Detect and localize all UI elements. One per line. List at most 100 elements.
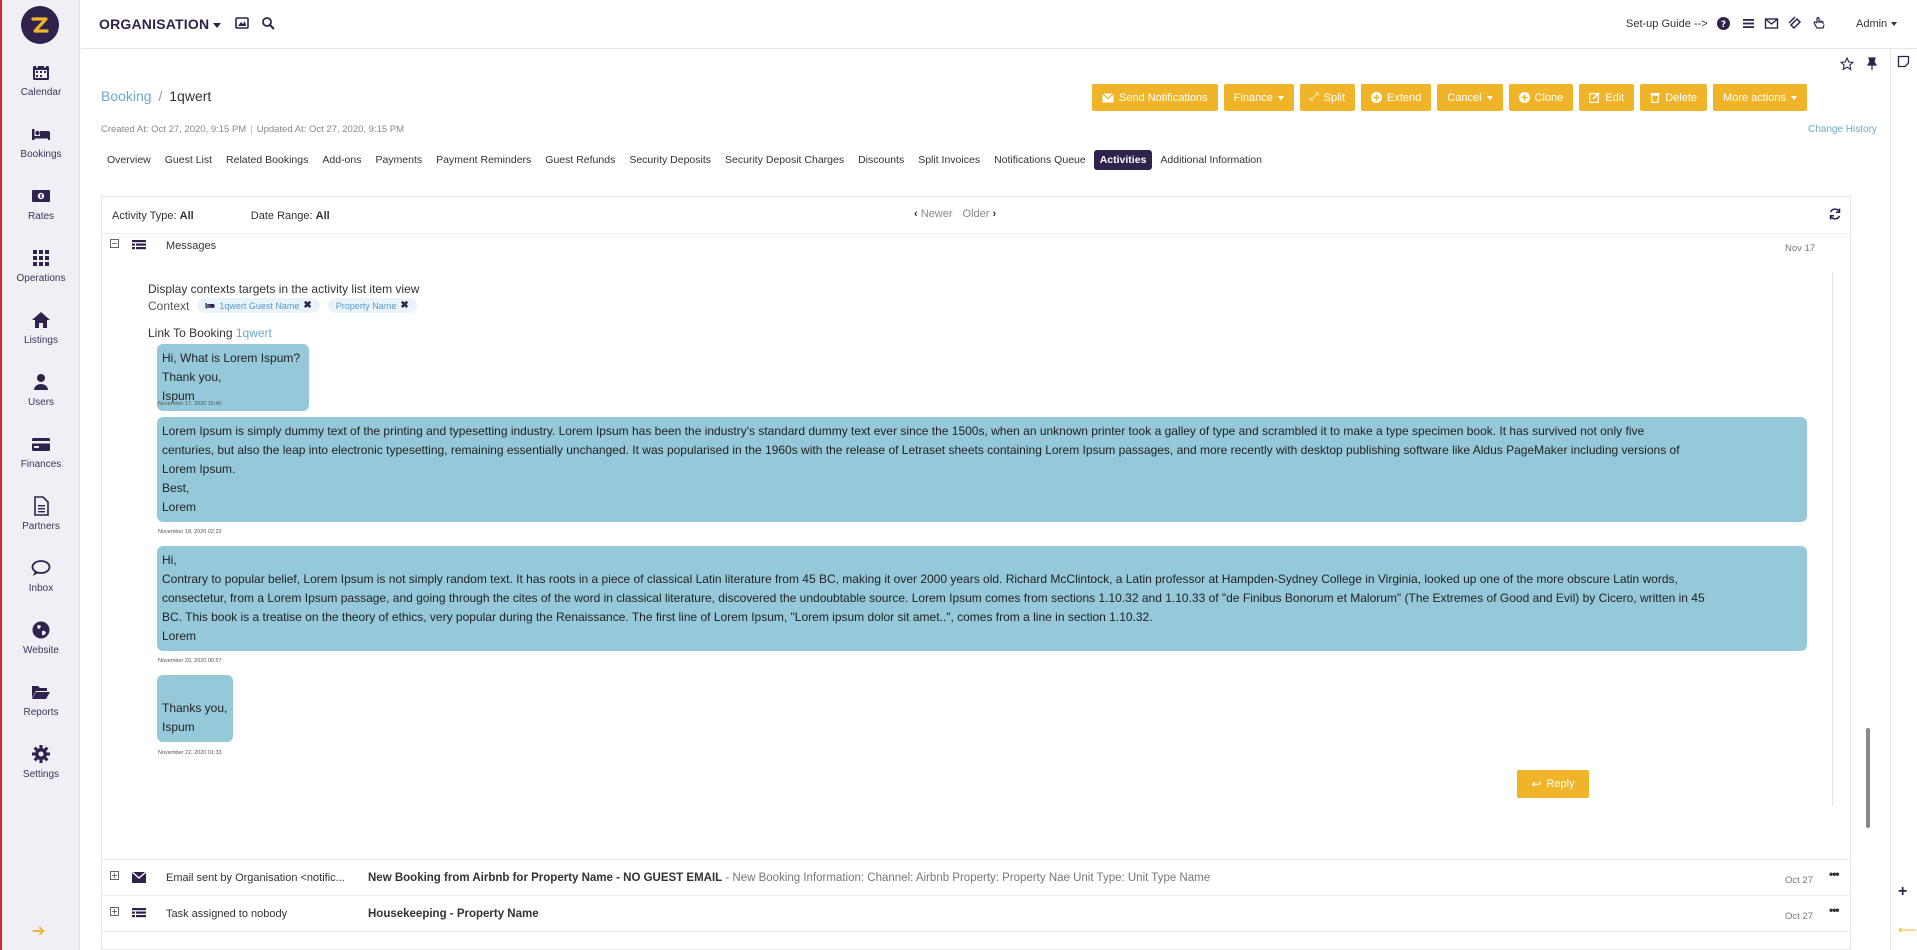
tab-payments[interactable]: Payments (369, 150, 428, 170)
sidebar-item-rates[interactable]: Rates (2, 186, 80, 242)
sidebar-item-label: Bookings (20, 149, 62, 160)
brand-logo[interactable] (21, 6, 59, 44)
cancel-label: Cancel (1447, 91, 1482, 104)
pin-icon[interactable] (1865, 57, 1879, 71)
more-actions-dropdown-button[interactable]: More actions (1713, 84, 1808, 111)
arrow-left-icon[interactable]: ⟵ (1898, 922, 1917, 938)
setup-guide-link[interactable]: Set-up Guide --> (1626, 18, 1708, 30)
message-line: Thank you, (162, 370, 222, 384)
send-notifications-button[interactable]: Send Notifications (1092, 84, 1218, 111)
plus-circle-icon (1518, 92, 1530, 103)
tickets-icon[interactable] (1788, 16, 1803, 31)
tab-activities[interactable]: Activities (1093, 150, 1153, 170)
sidebar-item-operations[interactable]: Operations (2, 248, 80, 304)
envelope-icon (132, 872, 146, 883)
more-options-icon[interactable]: ••• (1829, 867, 1840, 881)
booking-tabs: Overview Guest List Related Bookings Add… (101, 150, 1268, 170)
sidebar-item-inbox[interactable]: Inbox (2, 558, 80, 614)
tab-guest-list[interactable]: Guest List (159, 150, 218, 170)
cancel-dropdown-button[interactable]: Cancel (1437, 84, 1503, 111)
remove-chip-icon[interactable]: ✖ (303, 300, 311, 311)
tab-overview[interactable]: Overview (101, 150, 157, 170)
activity-subject: Housekeeping - Property Name (368, 908, 539, 920)
booking-actions-toolbar: Send Notifications Finance ⤢ Split Exten… (1092, 84, 1808, 111)
message-line: Hi, What is Lorem Ispum? (162, 351, 301, 365)
sidebar-item-settings[interactable]: Settings (2, 744, 80, 800)
scrollbar-thumb[interactable] (1866, 728, 1870, 828)
context-chip-guest[interactable]: 1qwert Guest Name ✖ (197, 298, 320, 313)
booking-link[interactable]: 1qwert (236, 326, 272, 340)
sidebar-expand-arrow-icon[interactable]: ➔ (32, 921, 45, 941)
tab-add-ons[interactable]: Add-ons (316, 150, 367, 170)
edit-label: Edit (1605, 91, 1625, 104)
tab-security-deposit-charges[interactable]: Security Deposit Charges (719, 150, 850, 170)
breadcrumb-booking-link[interactable]: Booking (101, 88, 152, 104)
tab-related-bookings[interactable]: Related Bookings (220, 150, 314, 170)
context-chip-property[interactable]: Property Name ✖ (327, 298, 417, 313)
search-icon[interactable] (261, 16, 275, 30)
reply-button[interactable]: ↩ Reply (1517, 770, 1589, 798)
expand-toggle[interactable]: + (110, 871, 119, 880)
chevron-right-icon: › (992, 208, 997, 220)
activity-pager: ‹ Newer Older › (914, 208, 996, 220)
sidebar-item-finances[interactable]: Finances (2, 434, 80, 490)
image-icon[interactable] (235, 16, 249, 30)
sidebar-item-bookings[interactable]: Bookings (2, 124, 80, 180)
extend-button[interactable]: Extend (1361, 84, 1432, 111)
date-range-value: All (315, 210, 330, 222)
newer-button[interactable]: ‹ Newer (914, 208, 953, 220)
message-line: Lorem Ipsum. (162, 462, 236, 476)
sidebar-item-partners[interactable]: Partners (2, 496, 80, 552)
activity-row-task[interactable]: + Task assigned to nobody Housekeeping -… (102, 895, 1850, 931)
tab-guest-refunds[interactable]: Guest Refunds (539, 150, 621, 170)
link-to-booking-label: Link To Booking (148, 326, 233, 340)
tab-additional-information[interactable]: Additional Information (1154, 150, 1268, 170)
envelope-icon[interactable] (1764, 16, 1779, 31)
scrollbar-track[interactable] (1865, 196, 1871, 950)
refresh-icon[interactable] (1828, 207, 1842, 221)
remove-chip-icon[interactable]: ✖ (400, 300, 408, 311)
sidebar-item-reports[interactable]: Reports (2, 682, 80, 738)
hand-pointer-icon[interactable] (1812, 16, 1827, 31)
tab-split-invoices[interactable]: Split Invoices (912, 150, 986, 170)
sticky-note-icon[interactable] (1897, 55, 1910, 68)
link-to-booking: Link To Booking 1qwert (148, 326, 272, 340)
activities-panel: Activity Type: All Date Range: All ‹ New… (101, 196, 1851, 950)
sidebar-item-listings[interactable]: Listings (2, 310, 80, 366)
tab-notifications-queue[interactable]: Notifications Queue (988, 150, 1092, 170)
activity-row-email[interactable]: + Email sent by Organisation <notific...… (102, 859, 1850, 895)
more-options-icon[interactable]: ••• (1829, 903, 1840, 917)
message-bubble: Thanks you, Ispum (157, 675, 233, 742)
tab-security-deposits[interactable]: Security Deposits (623, 150, 717, 170)
plus-icon[interactable]: + (1898, 883, 1907, 901)
organisation-dropdown[interactable]: ORGANISATION (99, 16, 222, 32)
sidebar-item-users[interactable]: Users (2, 372, 80, 428)
split-button[interactable]: ⤢ Split (1299, 84, 1356, 111)
tab-discounts[interactable]: Discounts (852, 150, 910, 170)
clone-button[interactable]: Clone (1508, 84, 1574, 111)
reply-icon: ↩ (1531, 777, 1542, 791)
sidebar-item-calendar[interactable]: Calendar (2, 62, 80, 118)
change-history-link[interactable]: Change History (1808, 124, 1877, 135)
activity-date: Oct 27 (1785, 911, 1813, 922)
delete-button[interactable]: Delete (1640, 84, 1708, 111)
sidebar-item-website[interactable]: Website (2, 620, 80, 676)
tab-payment-reminders[interactable]: Payment Reminders (430, 150, 537, 170)
bed-icon (32, 129, 50, 140)
user-menu[interactable]: Admin (1856, 18, 1898, 30)
finance-dropdown-button[interactable]: Finance (1223, 84, 1294, 111)
gear-icon (32, 745, 50, 763)
activity-row-next (102, 931, 1850, 949)
expand-toggle[interactable]: + (110, 907, 119, 916)
activity-type-filter[interactable]: Activity Type: All (112, 210, 194, 222)
collapse-toggle[interactable]: − (110, 239, 119, 248)
date-range-filter[interactable]: Date Range: All (251, 210, 330, 222)
message-line (162, 680, 228, 699)
folder-open-icon (32, 686, 50, 699)
sidebar-item-label: Calendar (20, 87, 62, 98)
older-button[interactable]: Older › (963, 208, 997, 220)
star-icon[interactable] (1840, 57, 1854, 71)
list-icon[interactable] (1741, 16, 1756, 31)
question-circle-icon[interactable]: ? (1716, 16, 1731, 31)
edit-button[interactable]: Edit (1579, 84, 1635, 111)
